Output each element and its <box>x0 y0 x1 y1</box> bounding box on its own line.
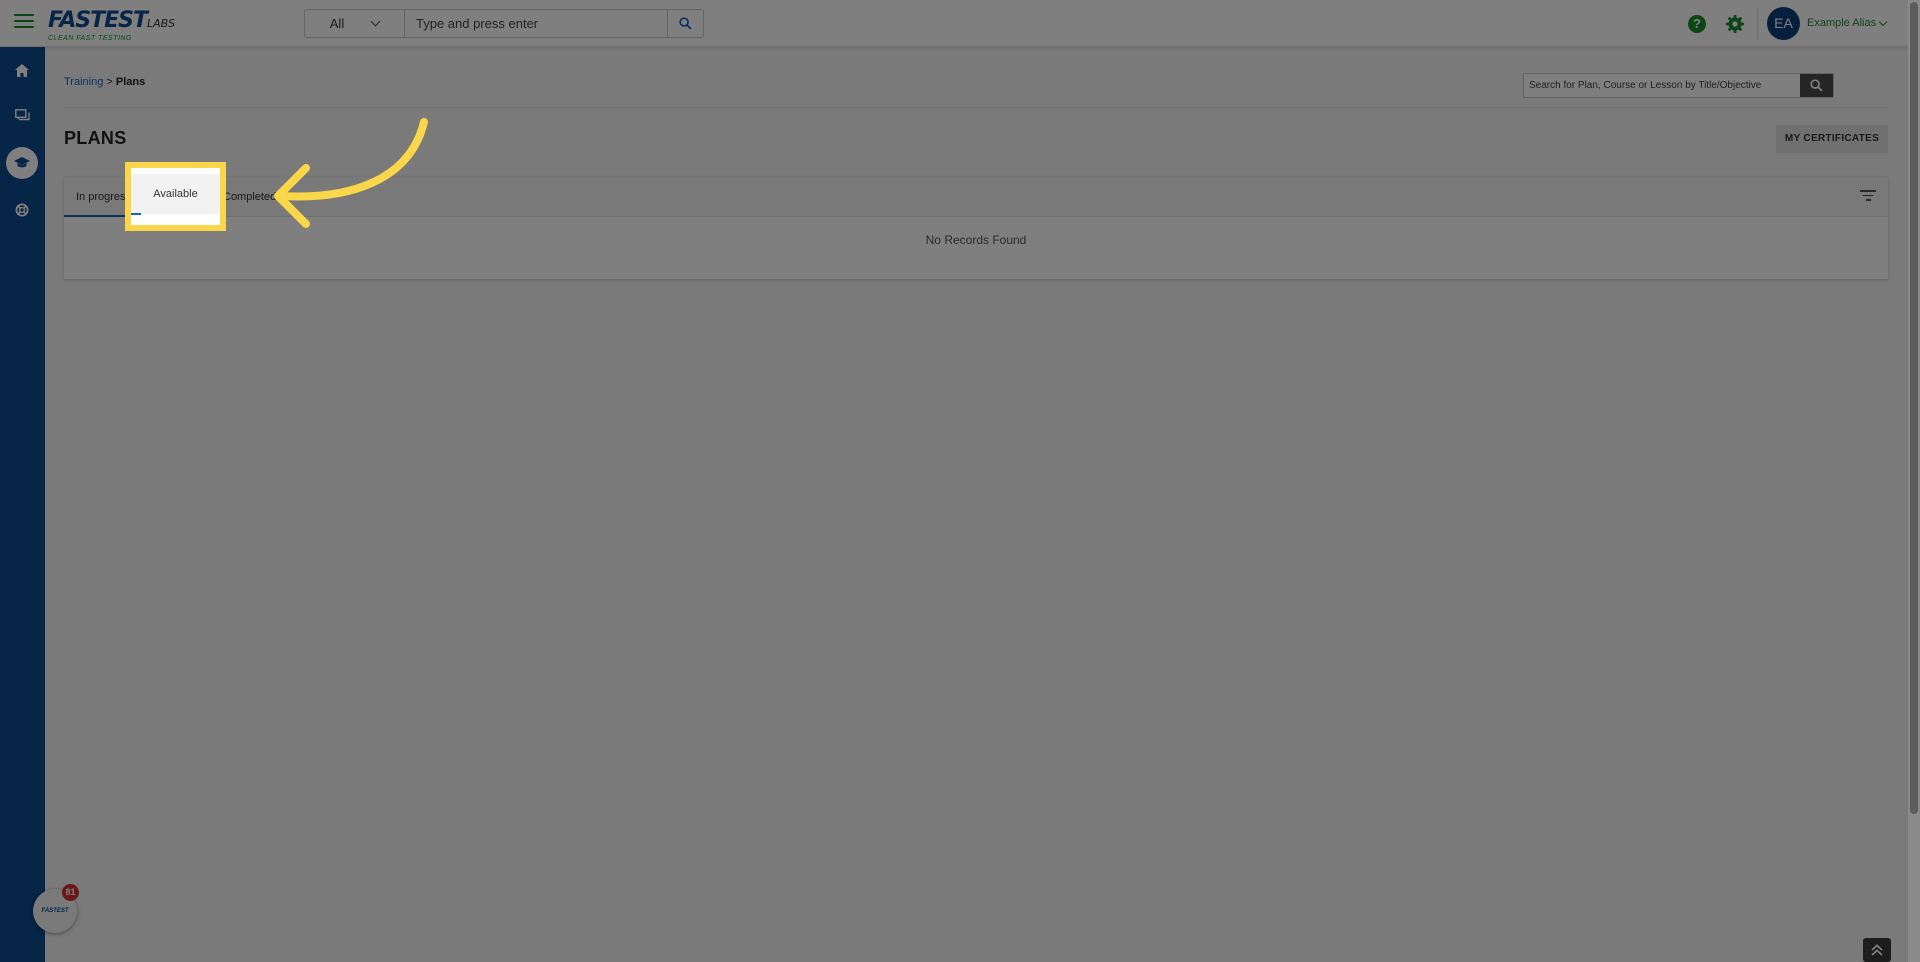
logo-tagline: CLEAN FAST TESTING <box>48 35 132 42</box>
sidebar-item-home[interactable] <box>6 54 38 86</box>
chat-widget-label: FASTEST <box>41 908 69 914</box>
user-name[interactable]: Example Alias <box>1807 17 1876 29</box>
breadcrumb-separator: > <box>106 76 113 88</box>
logo-suffix: LABS <box>146 17 176 30</box>
logo[interactable]: FASTESTLABS CLEAN FAST TESTING <box>48 8 175 43</box>
home-icon <box>15 63 29 77</box>
filter-icon[interactable] <box>1860 190 1876 204</box>
logo-text: FASTEST <box>48 8 148 33</box>
top-header: FASTESTLABS CLEAN FAST TESTING All Type … <box>0 0 1908 47</box>
plan-search: Search for Plan, Course or Lesson by Tit… <box>1523 73 1834 98</box>
notification-badge: 81 <box>62 884 79 901</box>
plan-search-input[interactable]: Search for Plan, Course or Lesson by Tit… <box>1524 80 1800 91</box>
highlight-frame: Available <box>125 162 226 231</box>
breadcrumb-training-link[interactable]: Training <box>64 76 103 88</box>
search-input[interactable]: Type and press enter <box>405 16 667 31</box>
hamburger-menu-icon[interactable] <box>14 14 34 30</box>
gear-icon[interactable] <box>1725 14 1745 34</box>
scroll-to-top-button[interactable] <box>1863 938 1891 962</box>
sidebar-item-messages[interactable] <box>6 100 38 132</box>
tab-underline-fragment <box>131 213 141 215</box>
search-scope-select[interactable]: All <box>305 10 405 37</box>
user-menu-chevron-icon[interactable] <box>1878 17 1888 27</box>
help-icon[interactable]: ? <box>1688 15 1706 33</box>
breadcrumb-current: Plans <box>115 76 146 88</box>
search-icon <box>1810 79 1823 92</box>
my-certificates-button[interactable]: MY CERTIFICATES <box>1776 125 1888 153</box>
page-title: PLANS <box>64 128 127 148</box>
avatar[interactable]: EA <box>1767 7 1800 40</box>
left-sidebar <box>0 47 45 962</box>
graduation-cap-icon <box>14 157 30 168</box>
search-icon <box>679 17 692 30</box>
scrollbar-thumb[interactable] <box>1910 2 1918 814</box>
empty-records-message: No Records Found <box>925 233 1027 247</box>
chevron-down-icon <box>370 16 381 27</box>
sidebar-item-support[interactable] <box>6 194 38 226</box>
lifebuoy-icon <box>15 203 29 217</box>
chat-icon <box>14 109 30 121</box>
content-divider <box>64 107 1888 108</box>
plan-search-button[interactable] <box>1800 74 1833 97</box>
pointer-arrow-icon <box>274 118 428 228</box>
breadcrumb: Training > Plans <box>64 76 145 88</box>
page-scrollbar[interactable] <box>1908 0 1920 962</box>
double-chevron-up-icon <box>1871 944 1883 956</box>
search-scope-value: All <box>329 16 345 31</box>
global-search: All Type and press enter <box>304 9 704 38</box>
tab-available[interactable]: Available <box>131 174 220 214</box>
header-divider <box>1757 8 1758 40</box>
search-button[interactable] <box>667 10 703 37</box>
sidebar-item-training[interactable] <box>6 147 38 179</box>
